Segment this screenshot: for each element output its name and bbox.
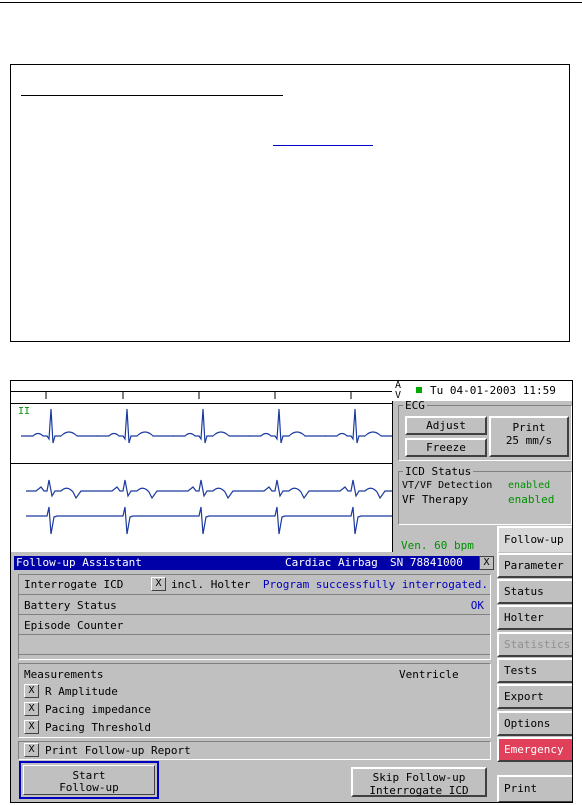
page-top-rule [0, 2, 582, 3]
print-ecg-button[interactable]: Print 25 mm/s [489, 416, 569, 457]
print-button[interactable]: Print [497, 775, 572, 802]
pacing-impedance-label: Pacing impedance [45, 703, 151, 716]
print-label: Print [512, 421, 546, 434]
print-report-checkbox[interactable]: X [24, 743, 39, 757]
holter-label: incl. Holter [171, 578, 251, 591]
document-frame [10, 64, 570, 342]
battery-row[interactable]: Battery Status OK [19, 595, 490, 615]
print-speed-label: 25 mm/s [505, 434, 553, 447]
icd-status-label: ICD Status [405, 465, 472, 478]
document-rule [21, 95, 283, 96]
adjust-button[interactable]: Adjust [405, 416, 487, 435]
ecg-lead-label: II [18, 406, 31, 417]
start-sub-label: Follow-up [59, 781, 119, 794]
vf-therapy-label: VF Therapy [402, 493, 469, 506]
date-time: Tu 04-01-2003 11:59 [430, 384, 556, 397]
device-name: Cardiac Airbag [285, 556, 378, 569]
holter-checkbox[interactable]: X [151, 577, 166, 591]
measurements-label: Measurements [24, 668, 104, 681]
ecg-group-label: ECG [405, 399, 425, 412]
interrogate-label: Interrogate ICD [24, 578, 124, 591]
ventricle-label: Ventricle [399, 668, 459, 681]
sidebar-item-export[interactable]: Export [497, 684, 572, 709]
measurements-group: Measurements Ventricle X R Amplitude X P… [18, 663, 491, 738]
vtvf-detection-value: enabled [508, 480, 551, 491]
start-follow-up-face: Start Follow-up [23, 765, 155, 795]
skip-follow-up-button[interactable]: Skip Follow-up Interrogate ICD [351, 767, 487, 797]
sidebar-item-status[interactable]: Status [497, 579, 572, 604]
pacing-impedance-checkbox[interactable]: X [24, 702, 39, 716]
ecg-traces [21, 391, 392, 535]
device-serial: SN 78841000 [390, 556, 463, 569]
emergency-button[interactable]: Emergency [497, 737, 572, 762]
empty-row [19, 635, 490, 655]
close-icon[interactable]: X [479, 556, 494, 570]
icd-programmer-screen: II A V Tu 04-01-2003 11:59 ECG Adjust Fr… [10, 380, 573, 803]
sidebar-item-parameter[interactable]: Parameter [497, 553, 572, 578]
assistant-title: Follow-up Assistant [16, 556, 142, 569]
assistant-title-bar: Follow-up Assistant Cardiac Airbag SN 78… [14, 556, 494, 570]
start-follow-up-button[interactable]: Start Follow-up [19, 761, 159, 799]
ventricular-rate: Ven. 60 bpm [401, 539, 474, 552]
pacing-threshold-checkbox[interactable]: X [24, 720, 39, 734]
battery-value: OK [470, 599, 484, 612]
sense-indicator-icon [416, 387, 422, 393]
av-channel-label: A V [395, 380, 402, 401]
sidebar-item-follow-up[interactable]: Follow-up [497, 526, 572, 554]
battery-label: Battery Status [24, 599, 117, 612]
episode-row[interactable]: Episode Counter [19, 615, 490, 635]
episode-label: Episode Counter [24, 619, 124, 632]
freeze-button[interactable]: Freeze [405, 438, 487, 457]
skip-label: Skip Follow-up [372, 771, 466, 784]
interrogation-group: Interrogate ICD X incl. Holter Program s… [18, 574, 491, 660]
pacing-threshold-label: Pacing Threshold [45, 721, 151, 734]
document-link-underline[interactable] [273, 145, 373, 146]
print-report-label: Print Follow-up Report [45, 744, 191, 757]
sidebar-item-options[interactable]: Options [497, 711, 572, 736]
sidebar-item-tests[interactable]: Tests [497, 658, 572, 683]
r-amplitude-checkbox[interactable]: X [24, 684, 39, 698]
r-amplitude-label: R Amplitude [45, 685, 118, 698]
skip-sub-label: Interrogate ICD [369, 784, 469, 797]
sidebar-item-statistics[interactable]: Statistics [497, 632, 572, 657]
ecg-waveform-area: II [11, 381, 393, 552]
vtvf-detection-label: VT/VF Detection [402, 480, 493, 491]
report-group: X Print Follow-up Report [18, 741, 491, 760]
interrogate-row[interactable]: Interrogate ICD X incl. Holter Program s… [19, 575, 490, 595]
sidebar-item-holter[interactable]: Holter [497, 605, 572, 630]
interrogation-message: Program successfully interrogated. [262, 578, 488, 591]
vf-therapy-value: enabled [508, 493, 555, 506]
